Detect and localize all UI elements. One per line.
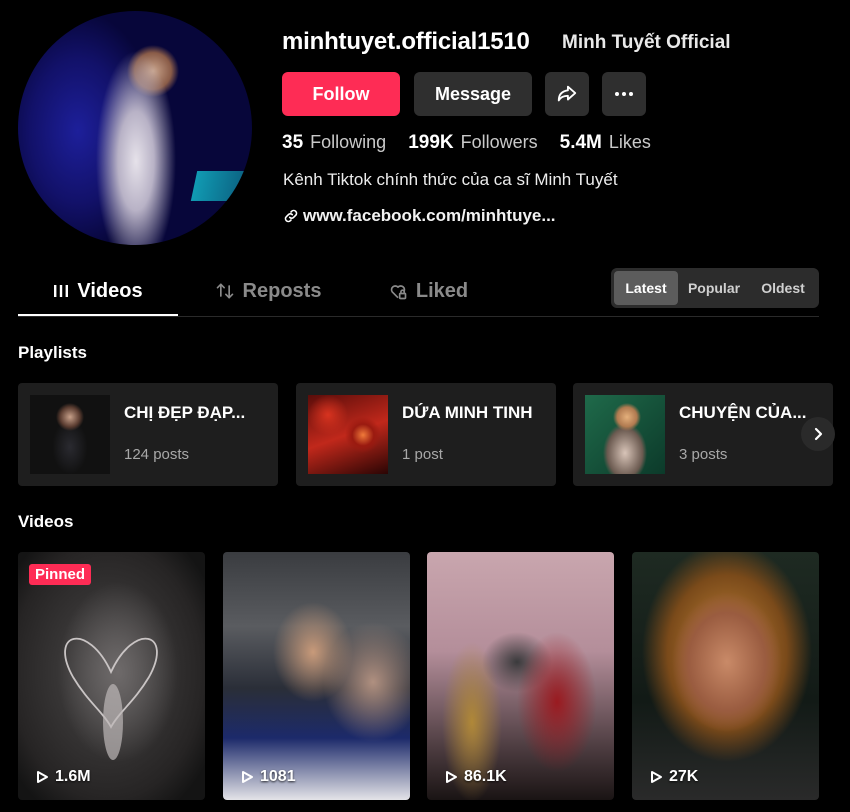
view-count: 1081 — [260, 768, 296, 785]
play-icon — [37, 771, 48, 783]
sort-toggle: Latest Popular Oldest — [611, 268, 819, 308]
repost-icon — [216, 283, 233, 299]
profile-bio: Kênh Tiktok chính thức của ca sĩ Minh Tu… — [283, 170, 618, 189]
chevron-right-icon — [814, 427, 823, 441]
tab-liked[interactable]: Liked — [368, 268, 488, 314]
video-views: 1081 — [241, 768, 296, 786]
tab-reposts[interactable]: Reposts — [198, 268, 338, 314]
sort-popular[interactable]: Popular — [678, 271, 750, 305]
stat-following[interactable]: 35 Following — [282, 132, 386, 154]
playlist-thumbnail — [308, 395, 388, 474]
sort-oldest[interactable]: Oldest — [750, 271, 816, 305]
playlist-name: DỨA MINH TINH — [402, 403, 533, 422]
heart-lock-icon — [390, 285, 407, 300]
more-button[interactable] — [602, 72, 646, 116]
video-views: 1.6M — [36, 768, 91, 786]
playlist-card[interactable]: CHỊ ĐẸP ĐẠP... 124 posts — [18, 383, 278, 486]
stat-value: 35 — [282, 132, 304, 153]
video-views: 27K — [650, 768, 698, 786]
stat-value: 5.4M — [559, 132, 602, 153]
stat-label: Likes — [608, 132, 651, 152]
tab-label: Liked — [415, 279, 469, 302]
stat-label: Followers — [460, 132, 538, 152]
profile-nickname: Minh Tuyết Official — [562, 32, 731, 53]
message-button[interactable]: Message — [414, 72, 532, 116]
follow-button[interactable]: Follow — [282, 72, 400, 116]
video-views: 86.1K — [445, 768, 507, 786]
playlist-count: 1 post — [402, 446, 443, 463]
tab-label: Reposts — [242, 279, 322, 302]
stat-value: 199K — [408, 132, 454, 153]
profile-stats: 35 Following 199K Followers 5.4M Likes — [282, 132, 673, 154]
video-card[interactable]: 27K — [632, 552, 819, 800]
playlist-thumbnail — [30, 395, 110, 474]
playlists-heading: Playlists — [18, 343, 87, 362]
play-icon — [446, 771, 457, 783]
play-icon — [242, 771, 253, 783]
play-icon — [651, 771, 662, 783]
playlist-name: CHUYỆN CỦA... — [679, 403, 807, 422]
more-icon — [615, 92, 633, 96]
stat-label: Following — [310, 132, 387, 152]
playlist-thumbnail — [585, 395, 665, 474]
pinned-badge: Pinned — [29, 564, 92, 585]
video-card[interactable]: Pinned 1.6M — [18, 552, 205, 800]
sort-latest[interactable]: Latest — [614, 271, 678, 305]
video-thumbnail-art — [64, 637, 158, 760]
profile-link-text: www.facebook.com/minhtuye... — [303, 206, 556, 225]
avatar-overlay-graphic — [190, 171, 250, 201]
grid-icon — [54, 285, 69, 297]
stat-followers[interactable]: 199K Followers — [408, 132, 537, 154]
stat-likes: 5.4M Likes — [560, 132, 651, 154]
share-icon — [557, 85, 577, 102]
view-count: 27K — [669, 768, 699, 785]
view-count: 1.6M — [55, 768, 91, 785]
playlist-card[interactable]: DỨA MINH TINH 1 post — [296, 383, 556, 486]
playlist-count: 3 posts — [679, 446, 728, 463]
playlist-count: 124 posts — [124, 446, 190, 463]
playlist-name: CHỊ ĐẸP ĐẠP... — [124, 403, 246, 422]
videos-heading: Videos — [18, 512, 74, 531]
link-icon — [284, 209, 298, 223]
video-card[interactable]: 86.1K — [427, 552, 614, 800]
playlist-next-button[interactable] — [801, 417, 835, 451]
avatar[interactable] — [18, 11, 252, 245]
profile-link[interactable]: www.facebook.com/minhtuye... — [283, 206, 556, 226]
share-button[interactable] — [545, 72, 589, 116]
video-card[interactable]: 1081 — [223, 552, 410, 800]
tab-label: Videos — [77, 279, 143, 302]
playlist-card[interactable]: CHUYỆN CỦA... 3 posts — [573, 383, 833, 486]
view-count: 86.1K — [464, 768, 507, 785]
profile-handle: minhtuyet.official1510 — [282, 28, 530, 55]
tab-videos[interactable]: Videos — [18, 268, 178, 316]
